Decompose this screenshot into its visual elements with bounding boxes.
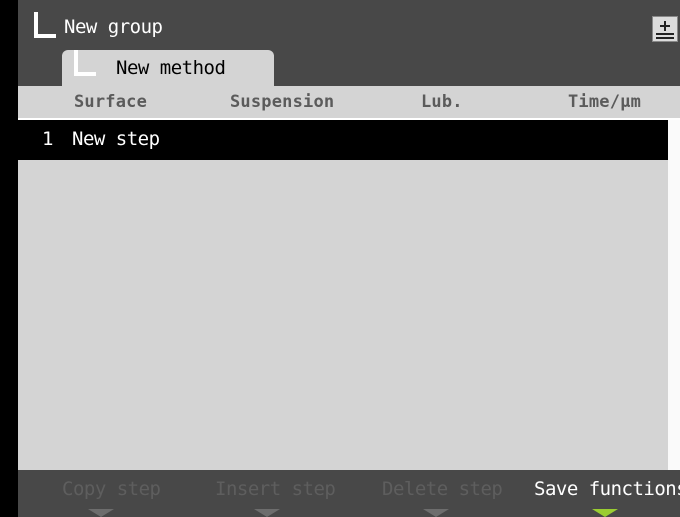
group-tree-elbow <box>34 12 58 40</box>
steps-table: Surface Suspension Lub. Time/µm 1 New st… <box>18 86 680 470</box>
row-step-name: New step <box>72 128 160 150</box>
save-icon[interactable] <box>652 16 678 42</box>
method-tab-label: New method <box>116 57 226 79</box>
column-header-suspension: Suspension <box>230 92 335 112</box>
table-header: Surface Suspension Lub. Time/µm <box>18 86 680 118</box>
screen: New group New method Surface Suspension … <box>0 0 680 517</box>
row-number: 1 <box>42 128 54 150</box>
left-bezel <box>0 0 18 517</box>
softkey-insert-step[interactable]: Insert step <box>215 478 336 500</box>
method-tree-elbow <box>74 50 98 78</box>
softkey-4-arrow-icon <box>592 509 618 517</box>
softkey-copy-step[interactable]: Copy step <box>62 478 161 500</box>
softkey-delete-step[interactable]: Delete step <box>382 478 503 500</box>
scrollbar[interactable] <box>668 120 680 470</box>
group-title[interactable]: New group <box>64 16 163 38</box>
softkey-save-functions[interactable]: Save functions <box>534 478 680 500</box>
column-header-surface: Surface <box>74 92 148 112</box>
column-header-time: Time/µm <box>568 92 642 112</box>
table-row[interactable]: 1 New step <box>18 120 668 160</box>
column-header-lub: Lub. <box>421 92 463 112</box>
softkey-3-arrow-icon <box>423 509 449 517</box>
softkey-2-arrow-icon <box>254 509 280 517</box>
softkey-1-arrow-icon <box>88 509 114 517</box>
